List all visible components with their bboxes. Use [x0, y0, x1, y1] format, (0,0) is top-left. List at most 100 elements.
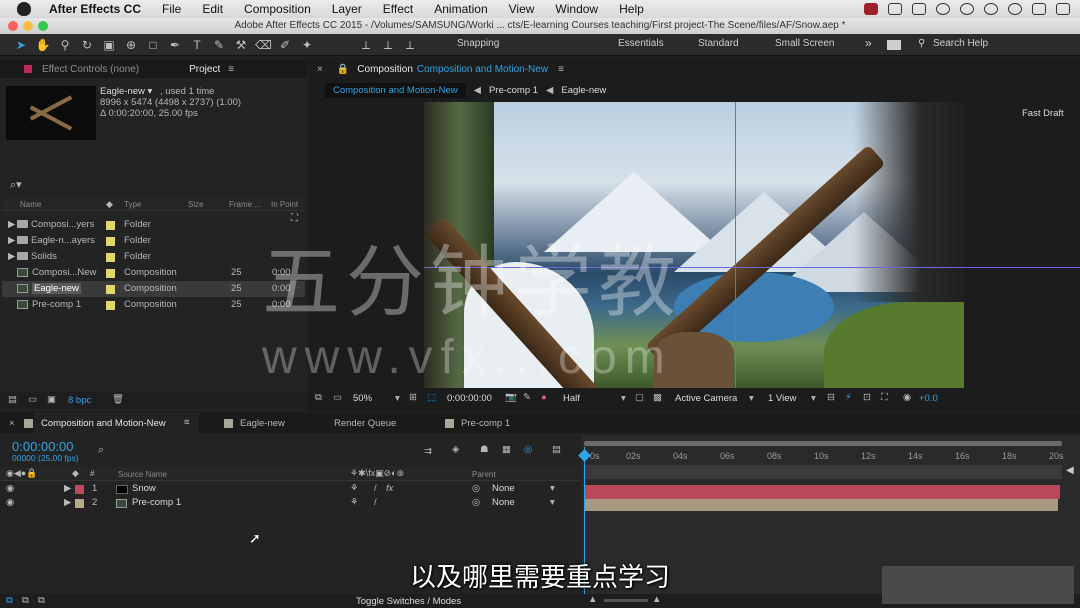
choose-grid-icon[interactable]: ⊞ [409, 392, 417, 403]
layer-bar-precomp[interactable] [584, 499, 1058, 511]
camera-tool-icon[interactable]: ▣ [101, 38, 117, 52]
workspace-essentials[interactable]: Essentials [618, 38, 664, 49]
col-frame-rate[interactable]: Frame ... [229, 200, 261, 209]
lock-icon[interactable]: 🔒 [337, 64, 349, 75]
graph-editor-icon[interactable]: ▤ [552, 444, 561, 455]
layer-row[interactable]: ◉ ▶ 2 Pre-comp 1 ⚘ / ◎ None ▾ [0, 496, 580, 510]
label-swatch[interactable] [106, 221, 115, 230]
in-out-toggle-icon[interactable]: ⧉ [38, 595, 45, 606]
list-item[interactable]: ▶ Eagle-n...ayers Folder [2, 233, 305, 249]
menu-animation[interactable]: Animation [434, 2, 487, 16]
quality-switch-icon[interactable]: / [374, 497, 377, 508]
draft-3d-icon[interactable]: ◈ [452, 444, 459, 455]
menu-view[interactable]: View [509, 2, 535, 16]
col-in-point[interactable]: In Point [271, 200, 298, 209]
parent-dropdown[interactable]: None [492, 497, 515, 508]
local-axis-icon[interactable]: ⟂ [358, 38, 374, 52]
zoom-tool-icon[interactable]: ⚲ [57, 38, 73, 52]
show-snapshot-icon[interactable]: ✎ [523, 392, 531, 403]
menu-effect[interactable]: Effect [383, 2, 413, 16]
magnification-dropdown[interactable]: 50% [353, 393, 372, 404]
tab-project[interactable]: Project [189, 64, 220, 75]
expand-arrow-icon[interactable]: ▶ [64, 483, 71, 494]
pick-whip-icon[interactable]: ◎ [472, 497, 480, 508]
workspace-standard[interactable]: Standard [698, 38, 739, 49]
interpret-footage-icon[interactable]: ▤ [8, 394, 17, 405]
label-col-icon[interactable]: ◆ [106, 199, 113, 210]
current-time-display[interactable]: 0:00:00:00 [447, 393, 492, 404]
minimize-window-button[interactable] [23, 21, 33, 31]
viewer-tab-comp-name[interactable]: Composition and Motion-New [417, 64, 548, 75]
always-preview-icon[interactable]: ⧉ [315, 392, 322, 403]
zoom-window-button[interactable] [38, 21, 48, 31]
zoom-in-icon[interactable]: ▲ [652, 594, 661, 605]
parent-dropdown[interactable]: None [492, 483, 515, 494]
flowchart-view-icon[interactable]: ⛶ [881, 392, 888, 403]
menu-composition[interactable]: Composition [244, 2, 311, 16]
timeline-tab-precomp[interactable]: Pre-comp 1 [461, 418, 510, 429]
clock-icon[interactable] [1008, 3, 1022, 15]
menu-file[interactable]: File [162, 2, 181, 16]
navigator-bar[interactable] [584, 441, 1062, 446]
menu-window[interactable]: Window [555, 2, 598, 16]
record-icon[interactable] [864, 3, 878, 15]
workspace-small-screen[interactable]: Small Screen [775, 38, 834, 49]
breadcrumb-comp[interactable]: Composition and Motion-New [325, 82, 466, 98]
rectangle-tool-icon[interactable]: □ [145, 38, 161, 52]
zoom-out-icon[interactable]: ▲ [588, 594, 597, 605]
region-of-interest-icon[interactable]: ▢ [635, 392, 644, 403]
time-zoom-slider[interactable] [604, 599, 648, 602]
menu-layer[interactable]: Layer [332, 2, 362, 16]
selection-tool-icon[interactable]: ➤ [13, 38, 29, 52]
col-size[interactable]: Size [188, 200, 204, 209]
panel-menu-icon[interactable]: ≡ [228, 64, 234, 75]
layer-switches-toggle-icon[interactable]: ⧉ [6, 595, 13, 606]
close-window-button[interactable] [8, 21, 18, 31]
clone-stamp-tool-icon[interactable]: ⚒ [233, 38, 249, 52]
comp-marker-bin-icon[interactable]: ◀ [1066, 465, 1078, 479]
text-tool-icon[interactable]: T [189, 38, 205, 52]
label-swatch[interactable] [106, 285, 115, 294]
shy-layers-icon[interactable]: ☗ [480, 444, 489, 455]
timeline-timecode[interactable]: 0:00:00:00 [12, 439, 73, 454]
search-help-icon[interactable]: ⚲ [918, 38, 925, 49]
layer-row[interactable]: ◉ ▶ 1 Snow ⚘ / fx ◎ None ▾ [0, 482, 580, 496]
volume-icon[interactable] [984, 3, 998, 15]
view-axis-icon[interactable]: ⟂ [402, 38, 418, 52]
apple-icon[interactable] [17, 2, 31, 16]
layer-name[interactable]: Snow [132, 483, 156, 494]
label-swatch[interactable] [106, 237, 115, 246]
snapshot-icon[interactable]: 📷 [505, 392, 517, 403]
dropdown-arrow-icon[interactable]: ▾ [749, 393, 754, 404]
search-icon[interactable] [1032, 3, 1046, 15]
new-composition-icon[interactable]: ▣ [47, 394, 56, 405]
layer-name[interactable]: Pre-comp 1 [132, 497, 181, 508]
timeline-tab-active[interactable]: Composition and Motion-New [41, 418, 166, 429]
col-parent[interactable]: Parent [472, 470, 496, 479]
reset-exposure-icon[interactable]: ◉ [903, 392, 911, 403]
view-layout-dropdown[interactable]: 1 View [768, 393, 796, 404]
modes-toggle-icon[interactable]: ⧉ [22, 595, 29, 606]
workspace-more[interactable]: » [865, 36, 872, 50]
col-source-name[interactable]: Source Name [118, 470, 167, 479]
dropdown-arrow-icon[interactable]: ▾ [395, 393, 400, 404]
quality-switch-icon[interactable]: / [374, 483, 377, 494]
col-name[interactable]: Name [20, 200, 41, 209]
fx-switch-icon[interactable]: fx [386, 483, 393, 494]
viewer-menu-icon[interactable]: ≡ [558, 64, 564, 75]
transparency-grid-icon[interactable]: ▩ [653, 392, 662, 403]
tab-render-queue[interactable]: Render Queue [334, 418, 396, 429]
snapping-label[interactable]: Snapping [457, 38, 499, 49]
menu-edit[interactable]: Edit [202, 2, 223, 16]
new-folder-icon[interactable]: ▭ [28, 394, 37, 405]
roto-brush-tool-icon[interactable]: ✐ [277, 38, 293, 52]
timeline-tab-eagle[interactable]: Eagle-new [240, 418, 285, 429]
cc-icon[interactable] [936, 3, 950, 15]
tab-effect-controls[interactable]: Effect Controls (none) [42, 64, 139, 75]
col-type[interactable]: Type [124, 200, 141, 209]
mask-visibility-icon[interactable]: ⬚ [427, 392, 436, 403]
pen-tool-icon[interactable]: ✒ [167, 38, 183, 52]
list-item[interactable]: ▶ Solids Folder [2, 249, 305, 265]
label-swatch[interactable] [106, 269, 115, 278]
dropdown-arrow-icon[interactable]: ▾ [811, 393, 816, 404]
